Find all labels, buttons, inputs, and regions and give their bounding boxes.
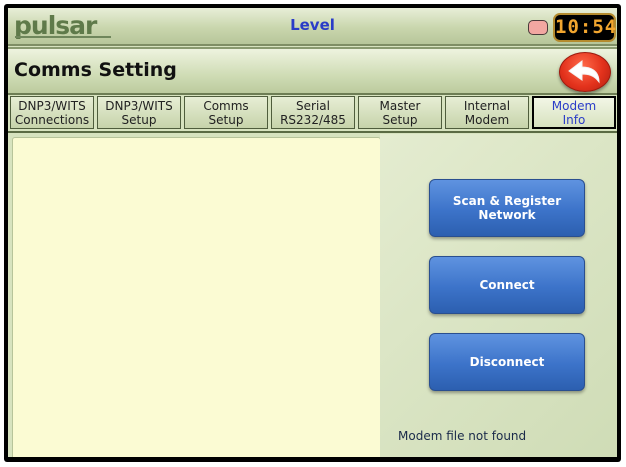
tab-bar: DNP3/WITS Connections DNP3/WITS Setup Co… (8, 96, 617, 130)
button-label-line1: Scan & Register (452, 194, 562, 208)
tab-label-line2: Setup (208, 112, 244, 127)
title-bar: Comms Setting (8, 47, 617, 95)
top-bar: pulsar Level 10:54 (8, 8, 617, 46)
button-label: Disconnect (469, 355, 545, 369)
tab-label-line1: Comms (203, 98, 249, 113)
modem-status-text: Modem file not found (398, 429, 527, 443)
tab-label-line2: Modem (464, 112, 510, 127)
screen-title: Level (290, 16, 335, 34)
tab-label-line1: Internal (463, 98, 511, 113)
button-label-line2: Network (478, 208, 536, 222)
clock-display: 10:54 (553, 13, 616, 42)
tab-master-setup[interactable]: Master Setup (358, 96, 442, 129)
tab-label-line1: Master (379, 98, 421, 113)
tab-internal-modem[interactable]: Internal Modem (445, 96, 529, 129)
tab-dnp3-wits-setup[interactable]: DNP3/WITS Setup (97, 96, 181, 129)
disconnect-button[interactable]: Disconnect (429, 333, 585, 391)
tab-dnp3-wits-connections[interactable]: DNP3/WITS Connections (10, 96, 94, 129)
screen-bottom-edge (8, 457, 617, 458)
actions-panel: Scan & Register Network Connect Disconne… (380, 134, 617, 458)
back-arrow-icon (568, 59, 600, 84)
tab-label-line1: Serial (296, 98, 330, 113)
tab-label-line2: Setup (382, 112, 418, 127)
tab-label-line2: Setup (121, 112, 157, 127)
modem-info-panel (12, 137, 381, 458)
tab-label-line1: DNP3/WITS (105, 98, 173, 113)
tab-modem-info[interactable]: Modem Info (532, 96, 616, 129)
scan-register-network-button[interactable]: Scan & Register Network (429, 179, 585, 237)
tab-comms-setup[interactable]: Comms Setup (184, 96, 268, 129)
logo-underline (15, 36, 111, 38)
status-indicator-icon (528, 20, 548, 35)
page-title: Comms Setting (14, 59, 177, 81)
back-button[interactable] (559, 52, 611, 92)
tab-serial-rs232-485[interactable]: Serial RS232/485 (271, 96, 355, 129)
device-screen: pulsar Level 10:54 Comms Setting DNP3/WI… (8, 8, 617, 458)
tab-label-line2: RS232/485 (280, 112, 346, 127)
tab-label-line2: Info (562, 112, 586, 127)
content-divider (8, 131, 617, 133)
button-label: Connect (479, 278, 535, 292)
connect-button[interactable]: Connect (429, 256, 585, 314)
tab-label-line2: Connections (14, 112, 90, 127)
tab-label-line1: DNP3/WITS (18, 98, 86, 113)
tab-label-line1: Modem (551, 98, 597, 113)
